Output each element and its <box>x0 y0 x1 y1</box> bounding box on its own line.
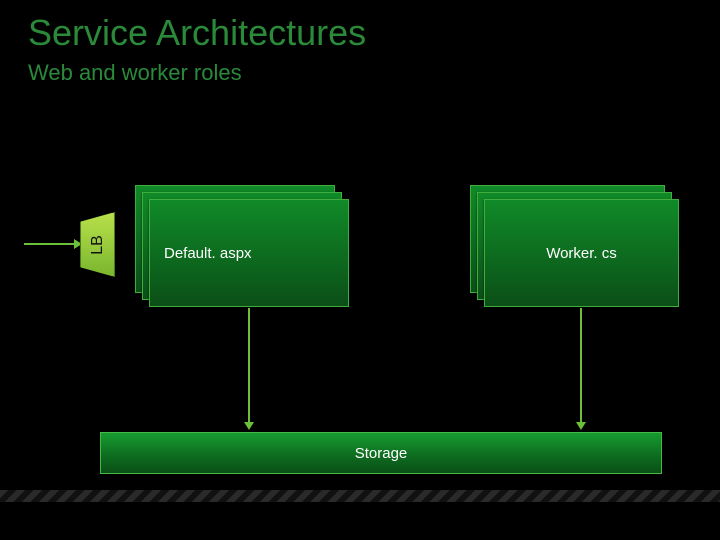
page-title: Service Architectures <box>0 0 720 54</box>
web-role-label: Default. aspx <box>164 245 252 262</box>
load-balancer: LB <box>80 212 115 277</box>
load-balancer-label: LB <box>88 235 106 255</box>
worker-role-stack: Worker. cs <box>470 185 675 305</box>
storage-box: Storage <box>100 432 662 474</box>
arrow-web-to-storage <box>248 308 250 428</box>
web-role-instance-front: Default. aspx <box>149 199 349 307</box>
worker-role-label: Worker. cs <box>546 245 617 262</box>
web-role-stack: Default. aspx <box>135 185 345 305</box>
storage-label: Storage <box>355 445 408 462</box>
worker-role-instance-front: Worker. cs <box>484 199 679 307</box>
arrow-worker-to-storage <box>580 308 582 428</box>
footer-divider <box>0 490 720 502</box>
arrow-into-lb <box>24 243 80 245</box>
page-subtitle: Web and worker roles <box>0 54 720 86</box>
